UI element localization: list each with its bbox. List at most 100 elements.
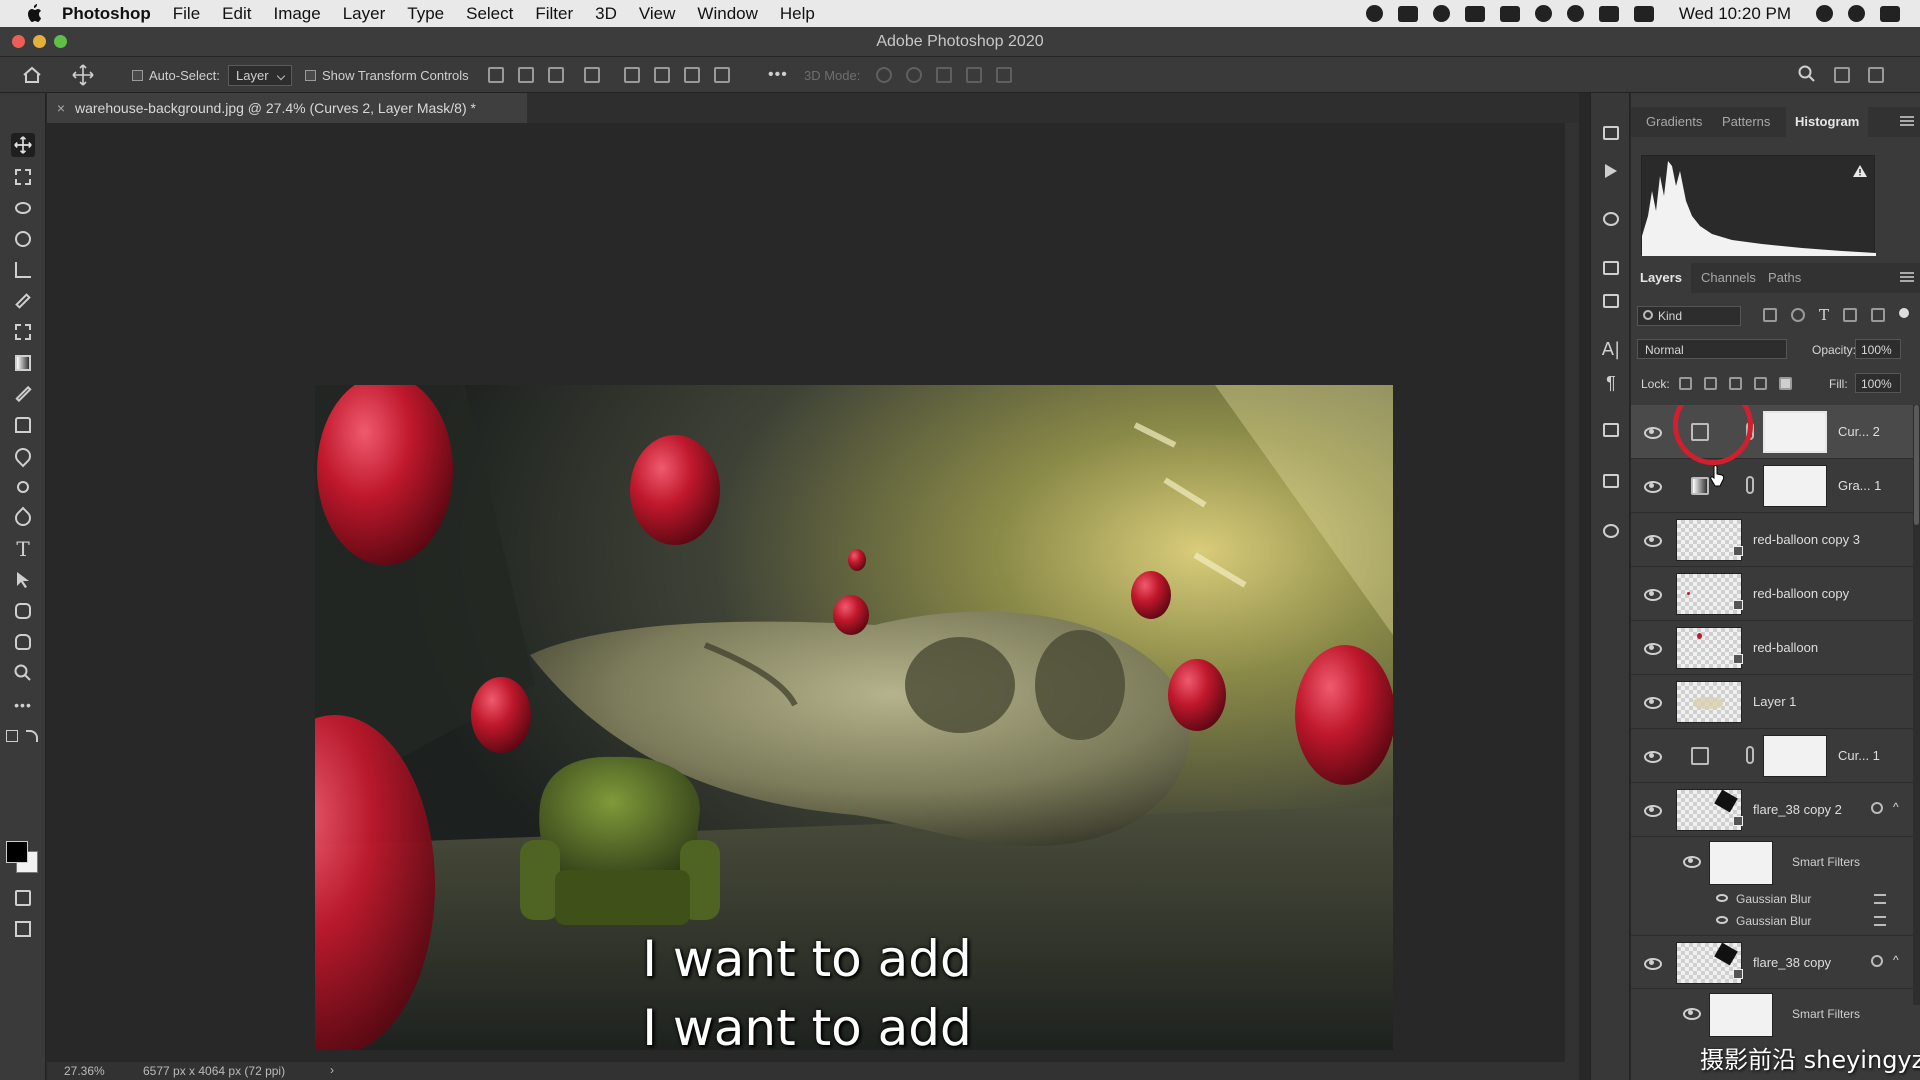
apple-menu-icon[interactable] [24, 4, 44, 24]
menu-3d[interactable]: 3D [595, 4, 617, 24]
filter-name[interactable]: Gaussian Blur [1736, 914, 1811, 928]
lock-all-icon[interactable] [1779, 377, 1792, 390]
layer-row[interactable]: flare_38 copy 2 ^ [1631, 783, 1913, 837]
filter-options-icon[interactable] [1874, 916, 1886, 926]
tab-layers[interactable]: Layers [1631, 263, 1691, 293]
eyedropper-tool-icon[interactable] [11, 289, 35, 313]
user-icon[interactable] [1816, 5, 1833, 22]
menu-file[interactable]: File [173, 4, 200, 24]
share-icon[interactable] [1868, 67, 1884, 83]
default-colors-icon[interactable] [6, 730, 18, 742]
warning-icon[interactable] [1852, 164, 1868, 178]
history-icon[interactable] [1601, 123, 1621, 143]
align-center-icon[interactable] [518, 67, 534, 83]
orbit-3d-icon[interactable] [876, 67, 892, 83]
brush-tool-icon[interactable] [11, 382, 35, 406]
visibility-eye-icon[interactable] [1644, 586, 1662, 601]
wifi-icon[interactable] [1566, 5, 1584, 22]
canvas-vertical-scrollbar[interactable] [1565, 123, 1579, 1062]
dodge-tool-icon[interactable] [11, 475, 35, 499]
pan-3d-icon[interactable] [936, 67, 952, 83]
layer-name[interactable]: flare_38 copy [1753, 955, 1831, 970]
type-tool-icon[interactable]: T [11, 537, 35, 561]
foreground-color-swatch[interactable] [6, 841, 28, 863]
filter-toggle-icon[interactable] [1899, 308, 1910, 318]
visibility-eye-icon[interactable] [1644, 640, 1662, 655]
auto-select-toggle[interactable]: Auto-Select: [132, 57, 220, 93]
layer-mask-thumbnail[interactable] [1763, 465, 1827, 507]
lock-transparency-icon[interactable] [1679, 377, 1692, 390]
layer-name[interactable]: red-balloon copy [1753, 586, 1849, 601]
close-document-icon[interactable]: × [47, 100, 75, 116]
adjustments-icon[interactable] [1601, 258, 1621, 278]
display-icon[interactable] [1598, 5, 1619, 22]
menu-filter[interactable]: Filter [535, 4, 573, 24]
spotlight-search-icon[interactable] [1848, 5, 1865, 22]
layer-thumbnail[interactable] [1676, 573, 1743, 615]
layer-name[interactable]: Cur... 1 [1838, 748, 1880, 763]
menu-help[interactable]: Help [780, 4, 815, 24]
gradient-tool-icon[interactable] [11, 351, 35, 375]
home-icon[interactable] [22, 57, 42, 93]
tab-channels[interactable]: Channels [1692, 263, 1765, 293]
layer-thumbnail[interactable] [1676, 942, 1743, 984]
actions-play-icon[interactable] [1601, 161, 1621, 181]
mask-link-icon[interactable] [1746, 476, 1754, 494]
histogram-panel-menu-icon[interactable] [1900, 116, 1914, 126]
shape-tool-icon[interactable] [11, 599, 35, 623]
transform-controls-toggle[interactable]: Show Transform Controls [305, 57, 469, 93]
layer-name[interactable]: flare_38 copy 2 [1753, 802, 1842, 817]
workspace-icon[interactable] [1834, 67, 1850, 83]
clone-stamp-tool-icon[interactable] [11, 413, 35, 437]
zoom-level[interactable]: 27.36% [64, 1064, 105, 1078]
auto-select-dropdown[interactable]: Layer [228, 64, 292, 86]
status-menu-chevron-icon[interactable]: › [330, 1063, 334, 1077]
menu-window[interactable]: Window [697, 4, 757, 24]
grid-icon[interactable] [1464, 5, 1485, 22]
smart-filter-mask-thumbnail[interactable] [1709, 993, 1773, 1037]
auto-select-checkbox[interactable] [132, 69, 143, 81]
filter-smart-object-icon[interactable] [1871, 308, 1886, 322]
time-machine-icon[interactable] [1534, 5, 1552, 22]
align-top-icon[interactable] [624, 67, 640, 83]
layer-row[interactable]: flare_38 copy ^ [1631, 935, 1913, 989]
swatches-icon[interactable] [1601, 471, 1621, 491]
layer-row[interactable]: red-balloon [1631, 621, 1913, 675]
quick-selection-tool-icon[interactable] [11, 227, 35, 251]
volume-icon[interactable] [1633, 5, 1654, 22]
distribute-vertical-icon[interactable] [714, 67, 730, 83]
blur-tool-icon[interactable] [11, 444, 35, 468]
paragraph-icon[interactable]: ¶ [1601, 373, 1621, 393]
filter-type-icon[interactable]: T [1819, 308, 1829, 323]
distribute-horizontal-icon[interactable] [584, 67, 600, 83]
marquee-tool-icon[interactable] [11, 165, 35, 189]
brush-settings-icon[interactable] [1601, 209, 1621, 229]
align-bottom-icon[interactable] [684, 67, 700, 83]
filter-options-icon[interactable] [1874, 894, 1886, 904]
menu-view[interactable]: View [639, 4, 676, 24]
canvas-area[interactable] [47, 123, 1567, 1062]
layer-mask-thumbnail[interactable] [1763, 411, 1827, 453]
crop-tool-icon[interactable] [11, 258, 35, 282]
layer-row[interactable]: Layer 1 [1631, 675, 1913, 729]
layers-scrollbar-thumb[interactable] [1914, 405, 1919, 525]
align-left-icon[interactable] [488, 67, 504, 83]
search-icon[interactable] [1798, 65, 1816, 86]
menu-select[interactable]: Select [466, 4, 513, 24]
lock-image-icon[interactable] [1704, 377, 1717, 390]
menu-image[interactable]: Image [273, 4, 320, 24]
notification-center-icon[interactable] [1880, 5, 1900, 22]
layer-filter-kind-dropdown[interactable]: Kind [1637, 306, 1741, 326]
layers-panel-menu-icon[interactable] [1900, 272, 1914, 282]
swap-colors-icon[interactable] [26, 730, 38, 742]
lock-artboard-icon[interactable] [1754, 377, 1767, 390]
filter-eye-icon[interactable] [1716, 916, 1728, 924]
visibility-eye-icon[interactable] [1644, 532, 1662, 547]
filter-eye-icon[interactable] [1716, 894, 1728, 902]
move-tool-preset-icon[interactable] [72, 57, 94, 93]
layer-name[interactable]: red-balloon [1753, 640, 1818, 655]
slide-3d-icon[interactable] [966, 67, 982, 83]
layer-name[interactable]: Gra... 1 [1838, 478, 1881, 493]
filter-adjustment-icon[interactable] [1791, 308, 1805, 322]
roll-3d-icon[interactable] [906, 67, 922, 83]
